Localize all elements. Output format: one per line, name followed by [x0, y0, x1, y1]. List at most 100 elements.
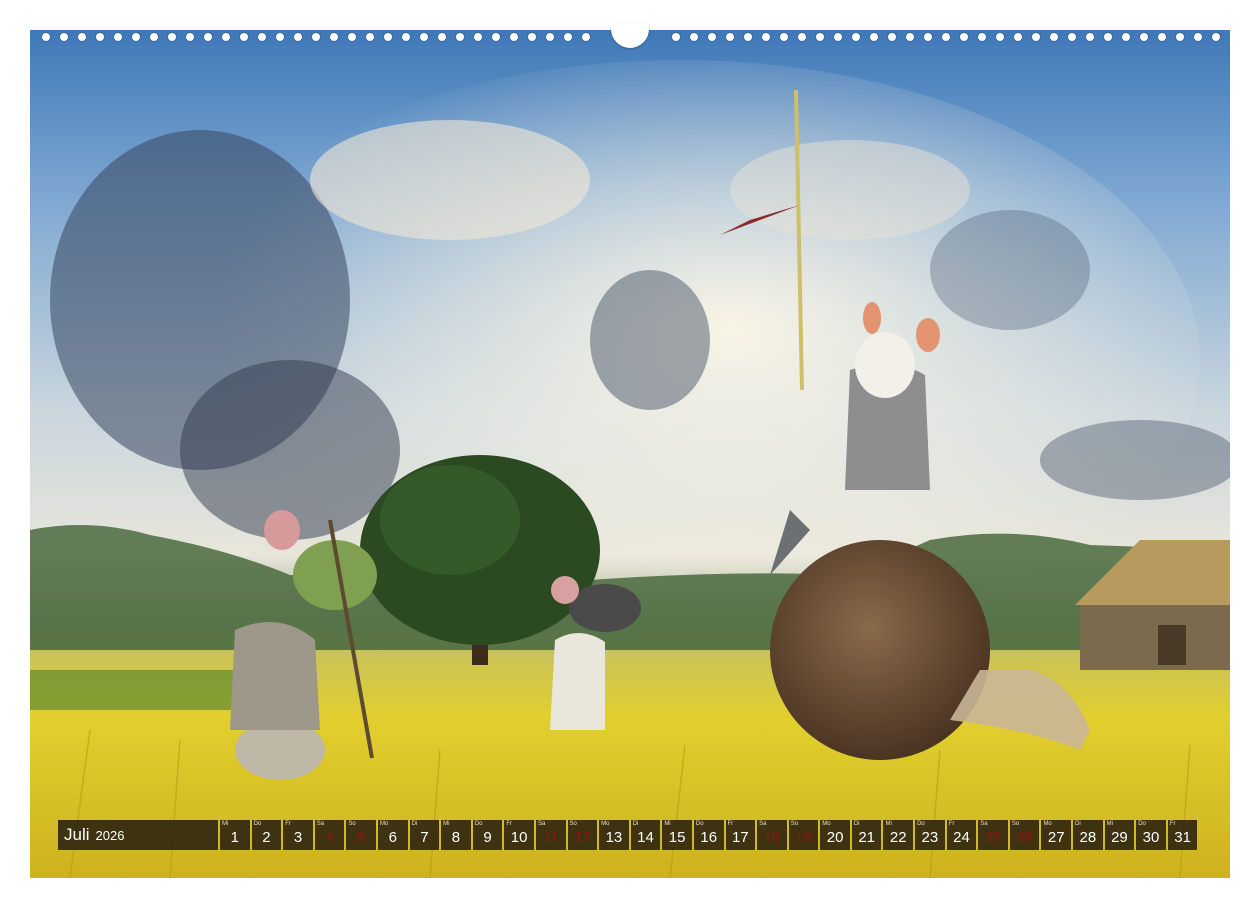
binding-hole	[1068, 33, 1076, 41]
binding-hole	[546, 33, 554, 41]
binding-hole	[1104, 33, 1112, 41]
binding-hole	[366, 33, 374, 41]
illustration-photo	[30, 30, 1230, 878]
calendar-day-number: 11	[542, 829, 559, 846]
calendar-day: Mo 13	[599, 820, 629, 850]
calendar-day: Di 28	[1073, 820, 1103, 850]
calendar-day-number: 10	[510, 829, 528, 846]
calendar-day-number: 20	[826, 829, 844, 846]
calendar-day: Mo 6	[377, 820, 408, 850]
calendar-strip: Juli 2026 Mi 1 Do 2 Fr 3 Sa 4 So 5 Mo 6 Di 7 Mi 8 Do 9 Fr 1…	[58, 820, 1204, 850]
calendar-weekday: Do	[1138, 821, 1146, 827]
calendar-weekday: Di	[632, 821, 639, 827]
calendar-day: Sa 18	[757, 820, 787, 850]
calendar-weekday: Sa	[537, 821, 546, 827]
calendar-weekday: Di	[853, 821, 860, 827]
calendar-day-number: 30	[1142, 829, 1160, 846]
binding-hole	[204, 33, 212, 41]
calendar-day: Di 14	[630, 820, 661, 850]
binding-hole	[276, 33, 284, 41]
calendar-day-number: 1	[230, 829, 239, 846]
binding-hole	[888, 33, 896, 41]
binding-hole	[996, 33, 1004, 41]
calendar-weekday: Mo	[1043, 821, 1052, 827]
binding-hole	[1140, 33, 1148, 41]
calendar-day: Do 16	[693, 820, 724, 850]
binding-hole	[420, 33, 428, 41]
calendar-day: Mi 8	[441, 820, 471, 850]
binding-hole	[312, 33, 320, 41]
calendar-weekday: Sa	[980, 821, 988, 827]
calendar-day-number: 27	[1047, 829, 1065, 846]
calendar-day: Di 7	[409, 820, 440, 850]
calendar-day-number: 6	[388, 829, 397, 846]
binding-hole	[762, 33, 770, 41]
calendar-day: Fr 31	[1167, 820, 1198, 850]
binding-hole	[294, 33, 302, 41]
binding-hole	[492, 33, 500, 41]
binding-hole	[1086, 33, 1094, 41]
binding-hole	[798, 33, 806, 41]
calendar-page: Juli 2026 Mi 1 Do 2 Fr 3 Sa 4 So 5 Mo 6 Di 7 Mi 8 Do 9 Fr 1…	[0, 0, 1260, 908]
binding-hole	[222, 33, 230, 41]
binding-hole	[780, 33, 788, 41]
calendar-day-number: 12	[573, 829, 591, 846]
binding-hole	[510, 33, 518, 41]
calendar-day: Do 23	[915, 820, 945, 850]
calendar-day: Mi 29	[1104, 820, 1135, 850]
binding-hole	[528, 33, 536, 41]
calendar-day-number: 26	[1016, 829, 1033, 846]
calendar-weekday: Mi	[664, 821, 671, 827]
binding-hole	[150, 33, 158, 41]
calendar-weekday: Mo	[822, 821, 831, 827]
binding-hole	[96, 33, 104, 41]
calendar-day-number: 16	[700, 829, 718, 846]
calendar-weekday: Mo	[379, 821, 389, 827]
calendar-weekday: Fr	[1169, 821, 1176, 827]
calendar-day: Sa 25	[978, 820, 1008, 850]
binding-hole	[168, 33, 176, 41]
binding-hole	[924, 33, 932, 41]
binding-hole	[348, 33, 356, 41]
calendar-day: Fr 3	[283, 820, 313, 850]
calendar-day: Mo 27	[1041, 820, 1072, 850]
calendar-day-number: 4	[325, 829, 334, 846]
calendar-weekday: Fr	[285, 821, 291, 827]
calendar-day: Mi 15	[662, 820, 692, 850]
calendar-day: Do 2	[251, 820, 282, 850]
binding-hole	[870, 33, 878, 41]
calendar-day-number: 5	[357, 829, 366, 846]
calendar-day-number: 18	[763, 829, 781, 846]
calendar-day: Do 9	[472, 820, 503, 850]
calendar-day-number: 25	[984, 829, 1002, 846]
binding-hole	[582, 33, 590, 41]
calendar-title: Juli 2026	[58, 820, 218, 850]
calendar-weekday: So	[790, 821, 799, 827]
binding-hole	[1122, 33, 1130, 41]
calendar-day: So 26	[1009, 820, 1040, 850]
binding-hole	[438, 33, 446, 41]
calendar-weekday: So	[569, 821, 577, 827]
calendar-day-number: 21	[858, 829, 876, 846]
binding-hole	[690, 33, 698, 41]
calendar-day-number: 13	[605, 829, 623, 846]
binding-hole	[834, 33, 842, 41]
mouse-snail-knight-scene	[30, 60, 1230, 878]
binding-hole	[330, 33, 338, 41]
calendar-day-number: 9	[483, 829, 492, 846]
binding-hole	[42, 33, 50, 41]
calendar-month: Juli	[64, 825, 90, 844]
calendar-year: 2026	[95, 827, 125, 843]
calendar-weekday: Do	[695, 821, 704, 827]
binding-hole	[906, 33, 914, 41]
calendar-day: Sa 11	[535, 820, 566, 850]
calendar-day-number: 3	[293, 829, 303, 846]
calendar-day: Mo 20	[820, 820, 850, 850]
binding-hole	[60, 33, 68, 41]
calendar-day-number: 17	[731, 829, 749, 846]
calendar-day-number: 19	[795, 829, 812, 846]
calendar-day-number: 24	[953, 829, 970, 846]
calendar-weekday: Mi	[443, 821, 450, 827]
calendar-day: Sa 4	[314, 820, 345, 850]
calendar-day: So 19	[788, 820, 819, 850]
